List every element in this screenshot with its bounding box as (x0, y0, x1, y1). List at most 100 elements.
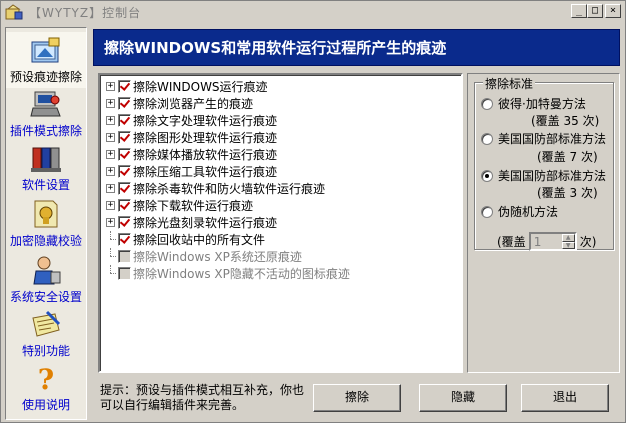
tree-row[interactable]: + 擦除浏览器产生的痕迹 (106, 95, 253, 112)
tree-row[interactable]: 擦除回收站中的所有文件 (106, 231, 265, 248)
expand-icon[interactable]: + (106, 167, 115, 176)
tree-line (106, 265, 116, 278)
plugin-erase-icon (30, 91, 61, 117)
spin-up-icon[interactable]: ▲ (561, 234, 575, 242)
spin-prefix: (覆盖 (497, 235, 526, 249)
title-bar[interactable]: 【WYTYZ】控制台 _ □ × (1, 1, 625, 23)
nav-label: 系统安全设置 (9, 290, 82, 304)
group-title: 擦除标准 (483, 75, 536, 92)
window-title: 【WYTYZ】控制台 (29, 5, 142, 20)
expand-icon[interactable]: + (106, 116, 115, 125)
row-checkbox (118, 250, 131, 263)
tree-line (106, 231, 116, 244)
nav-label: 插件模式擦除 (9, 124, 82, 138)
radio-indicator[interactable] (481, 97, 493, 110)
radio-sub-label: (覆盖 35 次) (531, 114, 600, 128)
page-title: 擦除WINDOWS和常用软件运行过程所产生的痕迹 (104, 39, 447, 57)
nav-label: 软件设置 (21, 178, 70, 192)
radio-label: 彼得·加特曼方法 (498, 97, 586, 111)
spin-suffix: 次) (579, 235, 597, 249)
tree-row[interactable]: 擦除Windows XP系统还原痕迹 (106, 248, 302, 265)
expand-icon[interactable]: + (106, 184, 115, 193)
radio-indicator[interactable] (481, 169, 493, 182)
spin-buttons[interactable]: ▲ ▼ (561, 234, 575, 249)
software-settings-icon (31, 147, 61, 172)
nav-encrypt-hide[interactable]: 加密隐藏校验 (6, 198, 86, 254)
row-label: 擦除图形处理软件运行痕迹 (133, 131, 278, 145)
row-checkbox[interactable] (118, 182, 131, 195)
row-label: 擦除文字处理软件运行痕迹 (133, 114, 278, 128)
erase-button[interactable]: 擦除 (313, 384, 401, 412)
nav-help[interactable]: ? 使用说明 (6, 364, 86, 416)
hint-text: 提示：预设与插件模式相互补充，你也可以自行编辑插件来完善。 (100, 383, 305, 412)
special-function-icon (32, 310, 61, 337)
help-question-icon: ? (38, 364, 54, 394)
exit-button[interactable]: 退出 (521, 384, 609, 412)
row-checkbox[interactable] (118, 216, 131, 229)
erase-standard-group: 擦除标准 彼得·加特曼方法 (覆盖 35 次) 美国国防部标准方法 (覆盖 7 … (474, 75, 614, 251)
nav-special-function[interactable]: 特别功能 (6, 310, 86, 362)
radio-indicator[interactable] (481, 205, 493, 218)
tree-row[interactable]: 擦除Windows XP隐藏不活动的图标痕迹 (106, 265, 350, 282)
row-checkbox[interactable] (118, 131, 131, 144)
spin-down-icon[interactable]: ▼ (561, 241, 575, 249)
radio-pseudo-random[interactable]: 伪随机方法 (481, 203, 558, 220)
tree-row[interactable]: + 擦除杀毒软件和防火墙软件运行痕迹 (106, 180, 325, 197)
radio-label: 美国国防部标准方法 (498, 169, 607, 183)
radio-gutmann[interactable]: 彼得·加特曼方法 (481, 95, 586, 112)
row-checkbox (118, 267, 131, 280)
close-button[interactable]: × (605, 4, 621, 18)
minimize-button[interactable]: _ (571, 4, 587, 18)
row-checkbox[interactable] (118, 80, 131, 93)
row-label: 擦除压缩工具软件运行痕迹 (133, 165, 278, 179)
tree-row[interactable]: + 擦除媒体播放软件运行痕迹 (106, 146, 277, 163)
radio-dod7[interactable]: 美国国防部标准方法 (481, 130, 606, 147)
row-checkbox[interactable] (118, 165, 131, 178)
tree-row[interactable]: + 擦除光盘刻录软件运行痕迹 (106, 214, 277, 231)
tree-row[interactable]: + 擦除WINDOWS运行痕迹 (106, 78, 268, 95)
expand-icon[interactable]: + (106, 150, 115, 159)
row-checkbox[interactable] (118, 114, 131, 127)
nav-system-security[interactable]: 系统安全设置 (6, 254, 86, 308)
radio-sub-label: (覆盖 3 次) (537, 186, 598, 200)
tree-line (106, 248, 116, 261)
tree-row[interactable]: + 擦除下载软件运行痕迹 (106, 197, 253, 214)
nav-label: 特别功能 (21, 344, 70, 358)
left-nav: 预设痕迹擦除 插件模式擦除 软件设置 加密隐藏校验 系统安全设置 特别功能 ? … (5, 27, 87, 420)
radio-indicator[interactable] (481, 132, 493, 145)
nav-preset-erase[interactable]: 预设痕迹擦除 (6, 32, 86, 88)
tree-row[interactable]: + 擦除文字处理软件运行痕迹 (106, 112, 277, 129)
pass-count-input[interactable]: 1 ▲ ▼ (528, 232, 577, 251)
expand-icon[interactable]: + (106, 133, 115, 142)
pass-count-spinner: (覆盖 1 ▲ ▼ 次) (497, 232, 596, 251)
erase-tree[interactable]: + 擦除WINDOWS运行痕迹 + 擦除浏览器产生的痕迹 + 擦除文字处理软件运行痕迹 + 擦… (98, 73, 463, 373)
expand-icon[interactable]: + (106, 82, 115, 91)
row-label: 擦除杀毒软件和防火墙软件运行痕迹 (133, 182, 326, 196)
expand-icon[interactable]: + (106, 201, 115, 210)
row-checkbox[interactable] (118, 199, 131, 212)
expand-icon[interactable]: + (106, 99, 115, 108)
radio-dod3[interactable]: 美国国防部标准方法 (481, 167, 606, 184)
main-window: 【WYTYZ】控制台 _ □ × 预设痕迹擦除 插件模式擦除 软件设置 加密隐藏… (0, 0, 626, 423)
title-buttons: _ □ × (571, 4, 621, 18)
tree-row[interactable]: + 擦除图形处理软件运行痕迹 (106, 129, 277, 146)
row-label: 擦除光盘刻录软件运行痕迹 (133, 216, 278, 230)
svg-text:?: ? (38, 364, 54, 394)
system-security-icon (33, 256, 61, 285)
row-label: 擦除Windows XP隐藏不活动的图标痕迹 (133, 267, 350, 281)
row-label: 擦除下载软件运行痕迹 (133, 199, 254, 213)
nav-software-settings[interactable]: 软件设置 (6, 144, 86, 196)
nav-label: 预设痕迹擦除 (9, 70, 82, 84)
row-checkbox[interactable] (118, 97, 131, 110)
maximize-button[interactable]: □ (587, 4, 603, 18)
nav-plugin-erase[interactable]: 插件模式擦除 (6, 90, 86, 142)
radio-sub-label: (覆盖 7 次) (537, 150, 598, 164)
row-checkbox[interactable] (118, 233, 131, 246)
hide-button[interactable]: 隐藏 (419, 384, 507, 412)
tree-row[interactable]: + 擦除压缩工具软件运行痕迹 (106, 163, 277, 180)
nav-label: 使用说明 (21, 398, 70, 412)
radio-label: 伪随机方法 (498, 205, 559, 219)
nav-label: 加密隐藏校验 (9, 234, 82, 248)
row-checkbox[interactable] (118, 148, 131, 161)
expand-icon[interactable]: + (106, 218, 115, 227)
